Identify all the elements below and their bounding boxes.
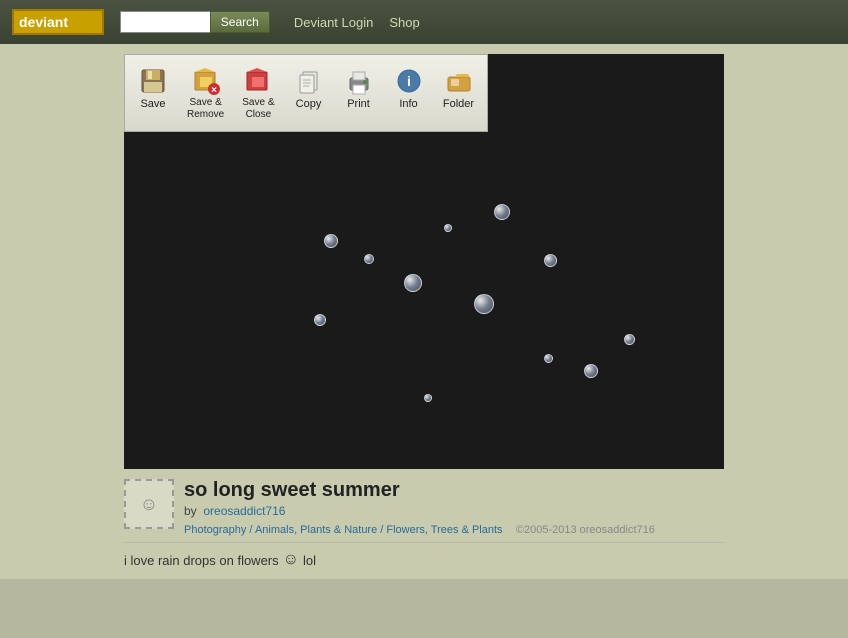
- toolbar-print[interactable]: Print: [335, 61, 383, 125]
- water-drop: [544, 254, 557, 267]
- by-text: by: [184, 504, 197, 518]
- header: deviantART Search Deviant Login Shop: [0, 0, 848, 44]
- water-drop: [624, 334, 635, 345]
- toolbar-info[interactable]: i Info: [385, 61, 433, 125]
- water-drop: [584, 364, 598, 378]
- water-drop: [424, 394, 432, 402]
- copy-icon: [293, 65, 325, 97]
- logo[interactable]: deviantART: [12, 9, 104, 35]
- search-button[interactable]: Search: [210, 11, 270, 33]
- folder-icon: [443, 65, 475, 97]
- water-drop: [364, 254, 374, 264]
- image-categories: Photography / Animals, Plants & Nature /…: [184, 524, 503, 536]
- shop-link[interactable]: Shop: [389, 15, 419, 30]
- save-icon: [137, 65, 169, 97]
- water-drop: [494, 204, 510, 220]
- image-author-line: by oreosaddict716: [184, 504, 724, 518]
- save-label: Save: [140, 97, 165, 111]
- svg-text:i: i: [407, 73, 411, 89]
- water-drop: [314, 314, 326, 326]
- main-content: Save × Save &Remove: [0, 44, 848, 579]
- search-area: Search: [120, 11, 270, 33]
- folder-label: Folder: [443, 97, 474, 111]
- save-remove-label: Save &Remove: [187, 97, 224, 121]
- water-drop: [324, 234, 338, 248]
- image-info: ☺ so long sweet summer by oreosaddict716…: [124, 469, 724, 542]
- print-label: Print: [347, 97, 370, 111]
- toolbar-save[interactable]: Save: [129, 61, 177, 125]
- water-drop: [544, 354, 553, 363]
- save-close-icon: [242, 65, 274, 97]
- header-nav: Deviant Login Shop: [294, 15, 420, 30]
- toolbar-copy[interactable]: Copy: [285, 61, 333, 125]
- water-drop: [404, 274, 422, 292]
- comment-area: i love rain drops on flowers ☺ lol: [124, 542, 724, 569]
- save-close-label: Save &Close: [242, 97, 274, 121]
- svg-text:×: ×: [211, 85, 217, 95]
- image-title: so long sweet summer: [184, 479, 724, 502]
- image-meta: so long sweet summer by oreosaddict716 P…: [184, 479, 724, 536]
- logo-art: ART: [68, 14, 97, 30]
- copy-label: Copy: [296, 97, 322, 111]
- logo-text: deviantART: [19, 14, 97, 30]
- content-wrapper: Save × Save &Remove: [114, 54, 734, 569]
- toolbar-save-remove[interactable]: × Save &Remove: [179, 61, 232, 125]
- image-categories-line: Photography / Animals, Plants & Nature /…: [184, 522, 724, 536]
- search-input[interactable]: [120, 11, 210, 33]
- toolbar: Save × Save &Remove: [124, 54, 488, 132]
- comment-body: i love rain drops on flowers: [124, 553, 279, 568]
- deviant-login-link[interactable]: Deviant Login: [294, 15, 374, 30]
- avatar: ☺: [124, 479, 174, 529]
- print-icon: [343, 65, 375, 97]
- image-copyright: ©2005-2013 oreosaddict716: [516, 524, 655, 536]
- toolbar-folder[interactable]: Folder: [435, 61, 483, 125]
- comment-suffix: lol: [303, 553, 316, 568]
- image-container: Save × Save &Remove: [124, 54, 724, 469]
- author-link[interactable]: oreosaddict716: [203, 504, 285, 518]
- avatar-icon: ☺: [140, 494, 158, 515]
- water-drop: [444, 224, 452, 232]
- info-label: Info: [399, 97, 417, 111]
- toolbar-save-close[interactable]: Save &Close: [234, 61, 282, 125]
- save-remove-icon: ×: [190, 65, 222, 97]
- comment-text: i love rain drops on flowers ☺ lol: [124, 551, 724, 569]
- water-drop: [474, 294, 494, 314]
- smiley-emoji: ☺: [283, 551, 299, 569]
- info-icon: i: [393, 65, 425, 97]
